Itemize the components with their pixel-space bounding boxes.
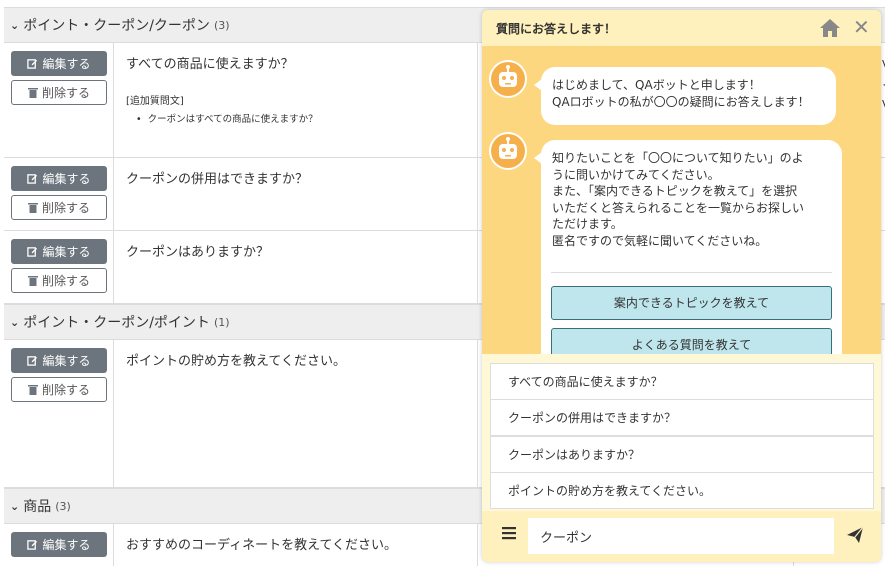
group-count: (3) <box>213 18 230 32</box>
input-bar: クーポン <box>482 511 881 562</box>
suggestion-item[interactable]: クーポンの併用はできますか？ <box>490 399 874 436</box>
delete-button[interactable]: 削除する <box>11 377 107 402</box>
edit-icon <box>27 247 38 257</box>
edit-button[interactable]: 編集する <box>11 239 107 264</box>
message-line: ただけます。 <box>552 217 623 231</box>
chevron-down-icon: ⌄ <box>10 315 20 329</box>
page: ⌄ ポイント・クーポン/クーポン (3) 編集する 削除する すべての商品に使え… <box>0 0 885 566</box>
question-cell: ポイントの貯め方を教えてください。 <box>114 340 478 487</box>
question-cell: すべての商品に使えますか？ [追加質問文] クーポンはすべての商品に使えますか？ <box>114 43 478 157</box>
suggestion-item[interactable]: すべての商品に使えますか？ <box>490 363 874 400</box>
chat-input[interactable]: クーポン <box>528 518 834 554</box>
group-title: 商品 <box>23 499 52 515</box>
action-cell: 編集する 削除する <box>4 43 114 157</box>
edit-icon <box>27 174 38 184</box>
chat-title: 質問にお答えします！ <box>496 21 617 36</box>
message-line: 匿名ですので気軽に聞いてくださいね。 <box>552 233 768 248</box>
group-title: ポイント・クーポン/ポイント <box>23 315 210 331</box>
chat-header: 質問にお答えします！ ✕ <box>482 10 881 46</box>
chat-widget: 質問にお答えします！ ✕ はじめまして、QAボットと申します！ QAロボットの私… <box>482 10 881 562</box>
trash-icon <box>27 88 38 98</box>
menu-icon[interactable] <box>502 526 516 540</box>
delete-label: 削除する <box>41 274 90 288</box>
suggestion-list: すべての商品に使えますか？ クーポンの併用はできますか？ クーポンはありますか？… <box>482 354 881 511</box>
robot-icon <box>491 134 525 168</box>
question-text: クーポンはありますか？ <box>126 245 270 260</box>
message-line: また、「案内できるトピックを教えて」を選択 <box>552 184 798 198</box>
delete-label: 削除する <box>41 201 90 215</box>
group-count: (3) <box>55 499 71 513</box>
robot-icon <box>491 62 525 96</box>
bot-message: 知りたいことを「〇〇について知りたい」のよ うに問いかけてみてください。 また、… <box>534 140 842 380</box>
action-cell: 編集する 削除する <box>4 231 114 303</box>
edit-button[interactable]: 編集する <box>11 51 107 76</box>
edit-label: 編集する <box>42 354 91 368</box>
topic-button[interactable]: 案内できるトピックを教えて <box>551 286 832 320</box>
edit-button[interactable]: 編集する <box>11 532 107 557</box>
question-text: クーポンの併用はできますか？ <box>126 172 309 187</box>
delete-label: 削除する <box>41 86 90 100</box>
bot-message: はじめまして、QAボットと申します！ QAロボットの私が〇〇の疑問にお答えします… <box>534 67 836 125</box>
edit-label: 編集する <box>42 538 91 552</box>
message-line: はじめまして、QAボットと申します！ <box>552 78 761 92</box>
action-cell: 編集する 削除する <box>4 340 114 487</box>
message-line: QAロボットの私が〇〇の疑問にお答えします！ <box>552 94 810 109</box>
bot-avatar <box>489 132 527 170</box>
edit-icon <box>27 356 38 366</box>
extra-question-item: クーポンはすべての商品に使えますか？ <box>136 111 465 125</box>
edit-button[interactable]: 編集する <box>11 166 107 191</box>
edit-button[interactable]: 編集する <box>11 348 107 373</box>
edit-label: 編集する <box>42 172 91 186</box>
message-line: いただくと答えられることを一覧からお探しい <box>552 200 805 215</box>
chevron-down-icon: ⌄ <box>10 499 20 513</box>
message-line: うに問いかけてみてください。 <box>552 167 720 182</box>
chevron-down-icon: ⌄ <box>10 18 20 32</box>
delete-button[interactable]: 削除する <box>11 80 107 105</box>
group-count: (1) <box>213 315 230 329</box>
action-cell: 編集する 削除する <box>4 158 114 230</box>
suggestion-item[interactable]: クーポンはありますか？ <box>490 436 874 473</box>
close-icon[interactable]: ✕ <box>853 15 870 39</box>
divider <box>551 272 832 273</box>
send-icon[interactable] <box>846 526 864 544</box>
suggestion-item[interactable]: ポイントの貯め方を教えてください。 <box>490 472 874 509</box>
edit-label: 編集する <box>42 245 91 259</box>
question-cell: クーポンはありますか？ <box>114 231 478 303</box>
group-title: ポイント・クーポン/クーポン <box>23 18 210 34</box>
question-text: ポイントの貯め方を教えてください。 <box>126 354 346 369</box>
edit-icon <box>27 59 38 69</box>
question-cell: おすすめのコーディネートを教えてください。 <box>114 524 478 566</box>
trash-icon <box>27 385 38 395</box>
edit-label: 編集する <box>42 57 91 71</box>
delete-button[interactable]: 削除する <box>11 195 107 220</box>
trash-icon <box>27 276 38 286</box>
delete-label: 削除する <box>41 383 90 397</box>
action-cell: 編集する <box>4 524 114 566</box>
question-cell: クーポンの併用はできますか？ <box>114 158 478 230</box>
extra-question-title: [追加質問文] <box>126 96 184 107</box>
question-text: おすすめのコーディネートを教えてください。 <box>126 538 398 553</box>
question-text: すべての商品に使えますか？ <box>126 57 294 72</box>
message-line: 知りたいことを「〇〇について知りたい」のよ <box>552 151 804 165</box>
edit-icon <box>27 540 38 550</box>
trash-icon <box>27 203 38 213</box>
bot-avatar <box>489 60 527 98</box>
delete-button[interactable]: 削除する <box>11 268 107 293</box>
home-icon[interactable] <box>819 18 841 38</box>
